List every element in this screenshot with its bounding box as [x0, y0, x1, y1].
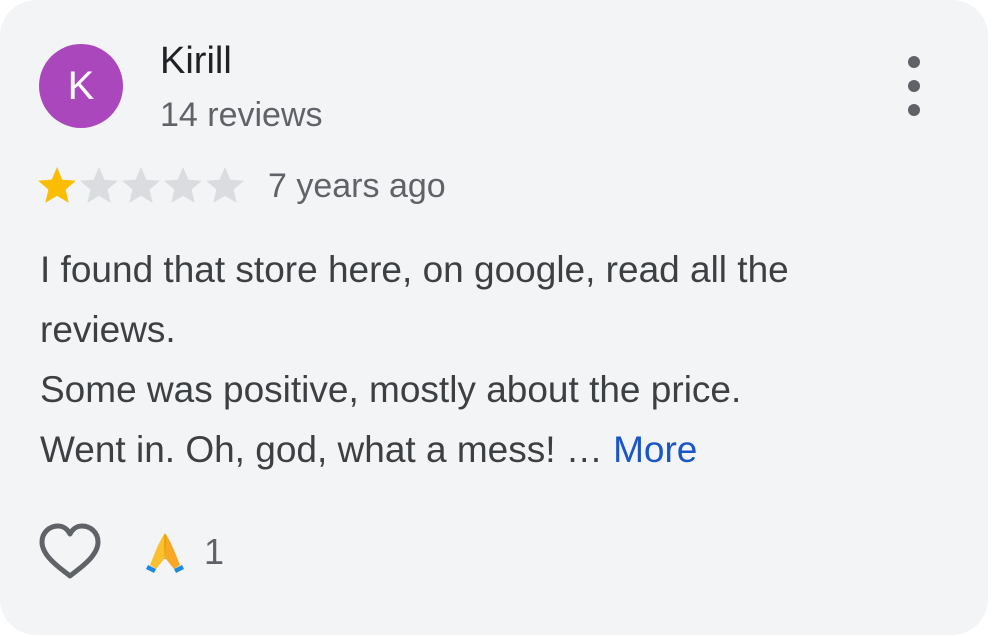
star-rating — [36, 162, 246, 208]
review-text-last-line: Went in. Oh, god, what a mess! … More — [40, 420, 940, 480]
star-empty-icon — [206, 167, 244, 203]
more-vert-icon — [908, 56, 920, 68]
star-filled-icon — [38, 167, 76, 203]
review-text: I found that store here, on google, read… — [40, 240, 940, 480]
reaction-count: 1 — [204, 531, 225, 572]
review-card: K Kirill 14 reviews 7 years ago I found … — [0, 0, 988, 635]
more-link[interactable]: More — [613, 429, 697, 470]
folded-hands-icon — [146, 533, 184, 573]
avatar-letter: K — [67, 64, 95, 108]
review-time: 7 years ago — [268, 167, 446, 205]
author-review-count[interactable]: 14 reviews — [160, 94, 323, 136]
review-text-line: reviews. — [40, 309, 176, 350]
review-text-truncated: Went in. Oh, god, what a mess! … — [40, 429, 614, 470]
like-button[interactable] — [38, 522, 102, 582]
more-options-button[interactable] — [894, 56, 934, 116]
heart-outline-icon — [39, 523, 101, 579]
reaction-chip[interactable]: 1 — [144, 528, 224, 576]
star-empty-icon — [164, 167, 202, 203]
more-vert-icon-dot — [908, 80, 920, 92]
author-avatar[interactable]: K — [39, 44, 123, 128]
author-name[interactable]: Kirill — [160, 38, 232, 84]
review-text-line: Some was positive, mostly about the pric… — [40, 369, 742, 410]
star-empty-icon — [80, 167, 118, 203]
more-vert-icon-dot — [908, 104, 920, 116]
review-text-line: I found that store here, on google, read… — [40, 249, 789, 290]
star-empty-icon — [122, 167, 160, 203]
